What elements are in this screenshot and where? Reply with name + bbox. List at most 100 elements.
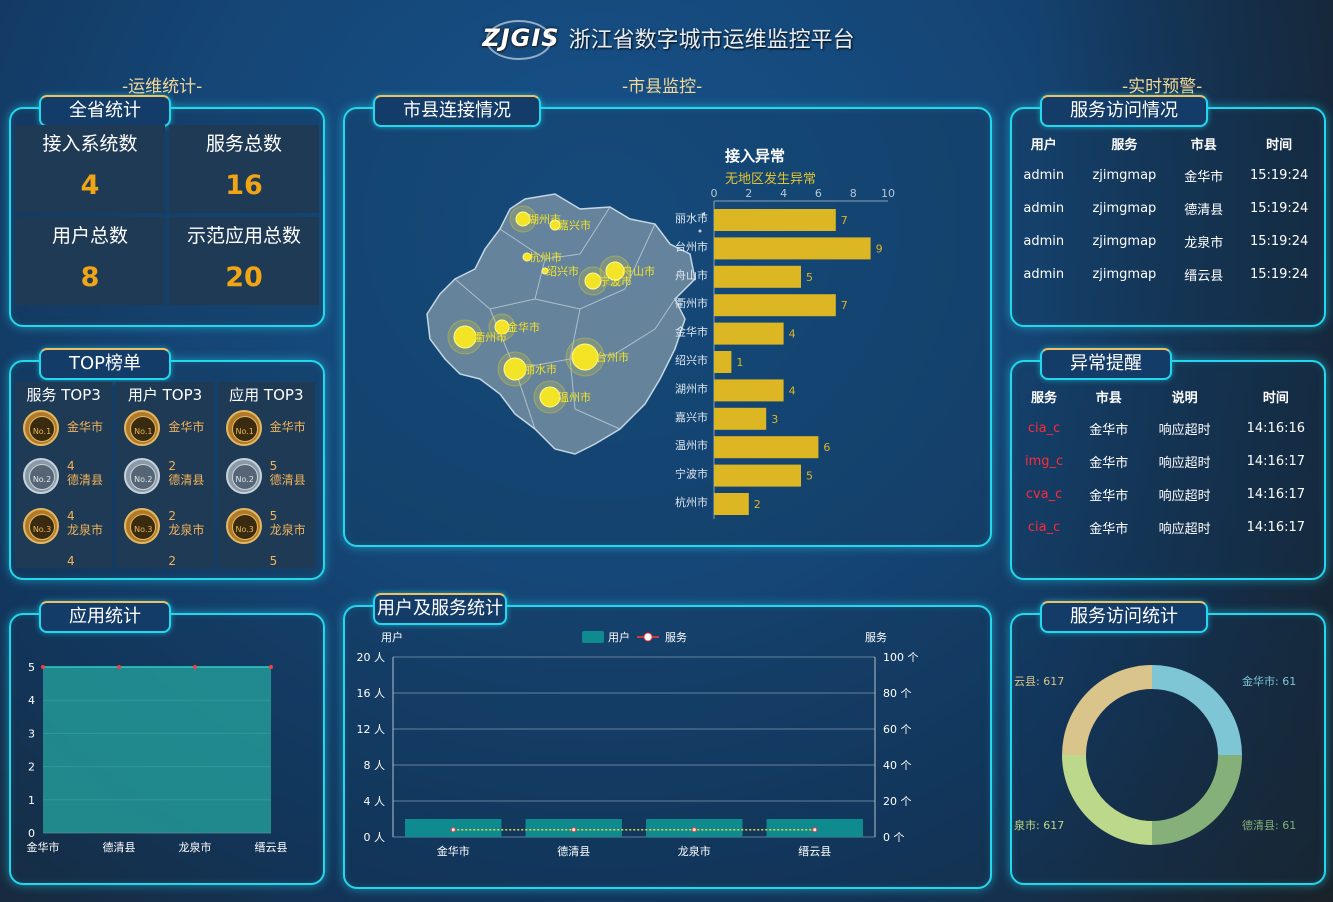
connection-panel: 市县连接情况 湖州市嘉兴市杭州市绍兴市宁波市舟山市金华市衢州市丽水市台州市温州市… [343, 95, 992, 547]
stat-label: 示范应用总数 [186, 225, 301, 247]
y-tick-label: 1 [28, 794, 35, 807]
bar [714, 294, 836, 317]
section-alert: -实时预警- [1122, 77, 1203, 97]
donut-slice [1062, 665, 1152, 755]
bar [714, 209, 836, 231]
x-category-label: 缙云县 [255, 840, 288, 854]
y-tick-label: 0 [28, 827, 35, 840]
section-city: -市县监控- [622, 77, 703, 97]
y-category-label: 嘉兴市 [675, 410, 708, 424]
alerts-panel: 异常提醒 服务 市县 说明 时间 cia_c 金华市 响应超时 14:16:16 img… [1010, 348, 1326, 580]
x-tick-label: 6 [815, 187, 822, 200]
trophy-medal-icon: No.2 [124, 458, 161, 494]
table-cell: zjimgmap [1092, 201, 1157, 216]
medal-rank: No.1 [231, 416, 258, 442]
bar-value-label: 2 [754, 498, 761, 511]
bar-value-label: 7 [841, 299, 848, 312]
x-category-label: 龙泉市 [678, 844, 711, 858]
x-category-label: 金华市 [437, 844, 470, 858]
header: ZJGIS 浙江省数字城市运维监控平台 [0, 20, 1333, 62]
trophy-medal-icon: No.1 [225, 410, 262, 446]
table-cell: 15:19:24 [1249, 168, 1309, 183]
top-footer-value: 4 [67, 554, 75, 568]
medal-rank: No.2 [29, 464, 55, 490]
bar [714, 351, 732, 373]
y-category-label: 温州市 [675, 438, 708, 452]
city-marker [503, 357, 527, 381]
service-point [450, 827, 456, 833]
stat-label: 服务总数 [205, 133, 282, 155]
medal-rank: No.2 [231, 464, 258, 490]
bar-value-label: 7 [841, 214, 848, 227]
bar [714, 436, 819, 459]
bar-value-label: 4 [789, 384, 796, 397]
top-rank3-num: 4 [67, 509, 75, 523]
stat-apps: 示范应用总数 20 [169, 217, 319, 305]
panel-title: 应用统计 [39, 601, 171, 633]
user-service-chart: 用户 服务 用户 服务 0 人 0 个 4 人 20 个 8 人 40 个 12 人 60 个 16 人… [357, 630, 919, 858]
y-right-tick-label: 20 个 [883, 795, 912, 808]
y-left-tick-label: 16 人 [357, 687, 386, 700]
bar-value-label: 3 [771, 413, 778, 426]
table-cell: cia_c [1027, 421, 1061, 436]
bar [714, 265, 801, 288]
top-rank2-name: 德清县 [168, 473, 205, 487]
city-label: 杭州市 [529, 250, 562, 264]
top-column: 服务 TOP3 No.1 No.2 No.3 金华市 4 德清县 4 龙泉市 4 [15, 382, 113, 568]
bar-value-label: 9 [876, 242, 883, 255]
area-fill [43, 667, 271, 833]
y-left-tick-label: 4 人 [364, 795, 386, 808]
y-right-tick-label: 40 个 [883, 759, 912, 772]
page-title: 浙江省数字城市运维监控平台 [568, 28, 855, 53]
x-tick-label: 2 [745, 187, 752, 200]
medal-rank: No.1 [130, 416, 157, 442]
top-column-head: 用户 TOP3 [127, 386, 203, 404]
service-point [812, 827, 818, 833]
bar [714, 322, 784, 345]
top-rank3-name: 龙泉市 [168, 523, 205, 537]
slice-label: 金华市: 61 [1242, 674, 1296, 688]
bar [714, 464, 801, 487]
y-category-label: 宁波市 [675, 467, 708, 481]
visit-stats-panel: 服务访问统计 金华市: 61 德清县: 61 泉市: 617 云县: 617 [1010, 601, 1326, 885]
top-footer-value: 2 [168, 554, 176, 568]
table-cell: 德清县 [1184, 203, 1224, 218]
col-time: 时间 [1262, 390, 1289, 406]
bar [714, 237, 871, 260]
table-cell: 龙泉市 [1184, 236, 1224, 251]
city-label: 丽水市 [524, 362, 557, 376]
top-rank2-num: 4 [67, 459, 75, 473]
col-user: 用户 [1030, 137, 1057, 153]
top-rank3-name: 龙泉市 [67, 523, 104, 537]
medal-rank: No.1 [29, 416, 55, 442]
donut-slice [1062, 755, 1152, 845]
panel-title: 市县连接情况 [373, 95, 541, 127]
top-rank3-num: 5 [269, 509, 278, 523]
top-column-head: 应用 TOP3 [229, 386, 304, 404]
table-row: admin zjimgmap 缙云县 15:19:24 [1012, 258, 1324, 291]
stat-value: 16 [225, 170, 263, 201]
table-cell: 缙云县 [1184, 269, 1224, 284]
table-cell: cva_c [1025, 487, 1063, 502]
bar [714, 379, 784, 402]
data-point [193, 665, 197, 669]
top-column: 用户 TOP3 No.1 No.2 No.3 金华市 2 德清县 2 龙泉市 2 [116, 382, 214, 568]
data-point [41, 665, 45, 669]
y-category-label: 丽水市 [675, 211, 708, 225]
panel-title: 异常提醒 [1040, 348, 1172, 380]
table-row: cia_c 金华市 响应超时 14:16:17 [1012, 511, 1324, 544]
panel-title: 全省统计 [39, 95, 171, 127]
table-cell: 响应超时 [1158, 456, 1211, 471]
app-area-chart: 0 1 2 3 4 5 金华市 德清县 龙泉市 缙云县 [27, 661, 288, 854]
table-cell: 响应超时 [1158, 423, 1211, 438]
slice-label: 云县: 617 [1014, 675, 1064, 688]
legend-service-marker [643, 632, 653, 642]
donut-slice [1152, 755, 1242, 845]
y-left-tick-label: 0 人 [364, 831, 386, 844]
province-stats-panel: 全省统计 接入系统数 4 服务总数 16 用户总数 8 示范应用总数 20 [9, 95, 325, 327]
trophy-medal-icon: No.1 [124, 410, 161, 446]
donut-slice [1152, 665, 1242, 755]
table-cell: admin [1023, 267, 1065, 282]
x-tick-label: 0 [711, 187, 718, 200]
stat-value: 20 [225, 262, 263, 293]
